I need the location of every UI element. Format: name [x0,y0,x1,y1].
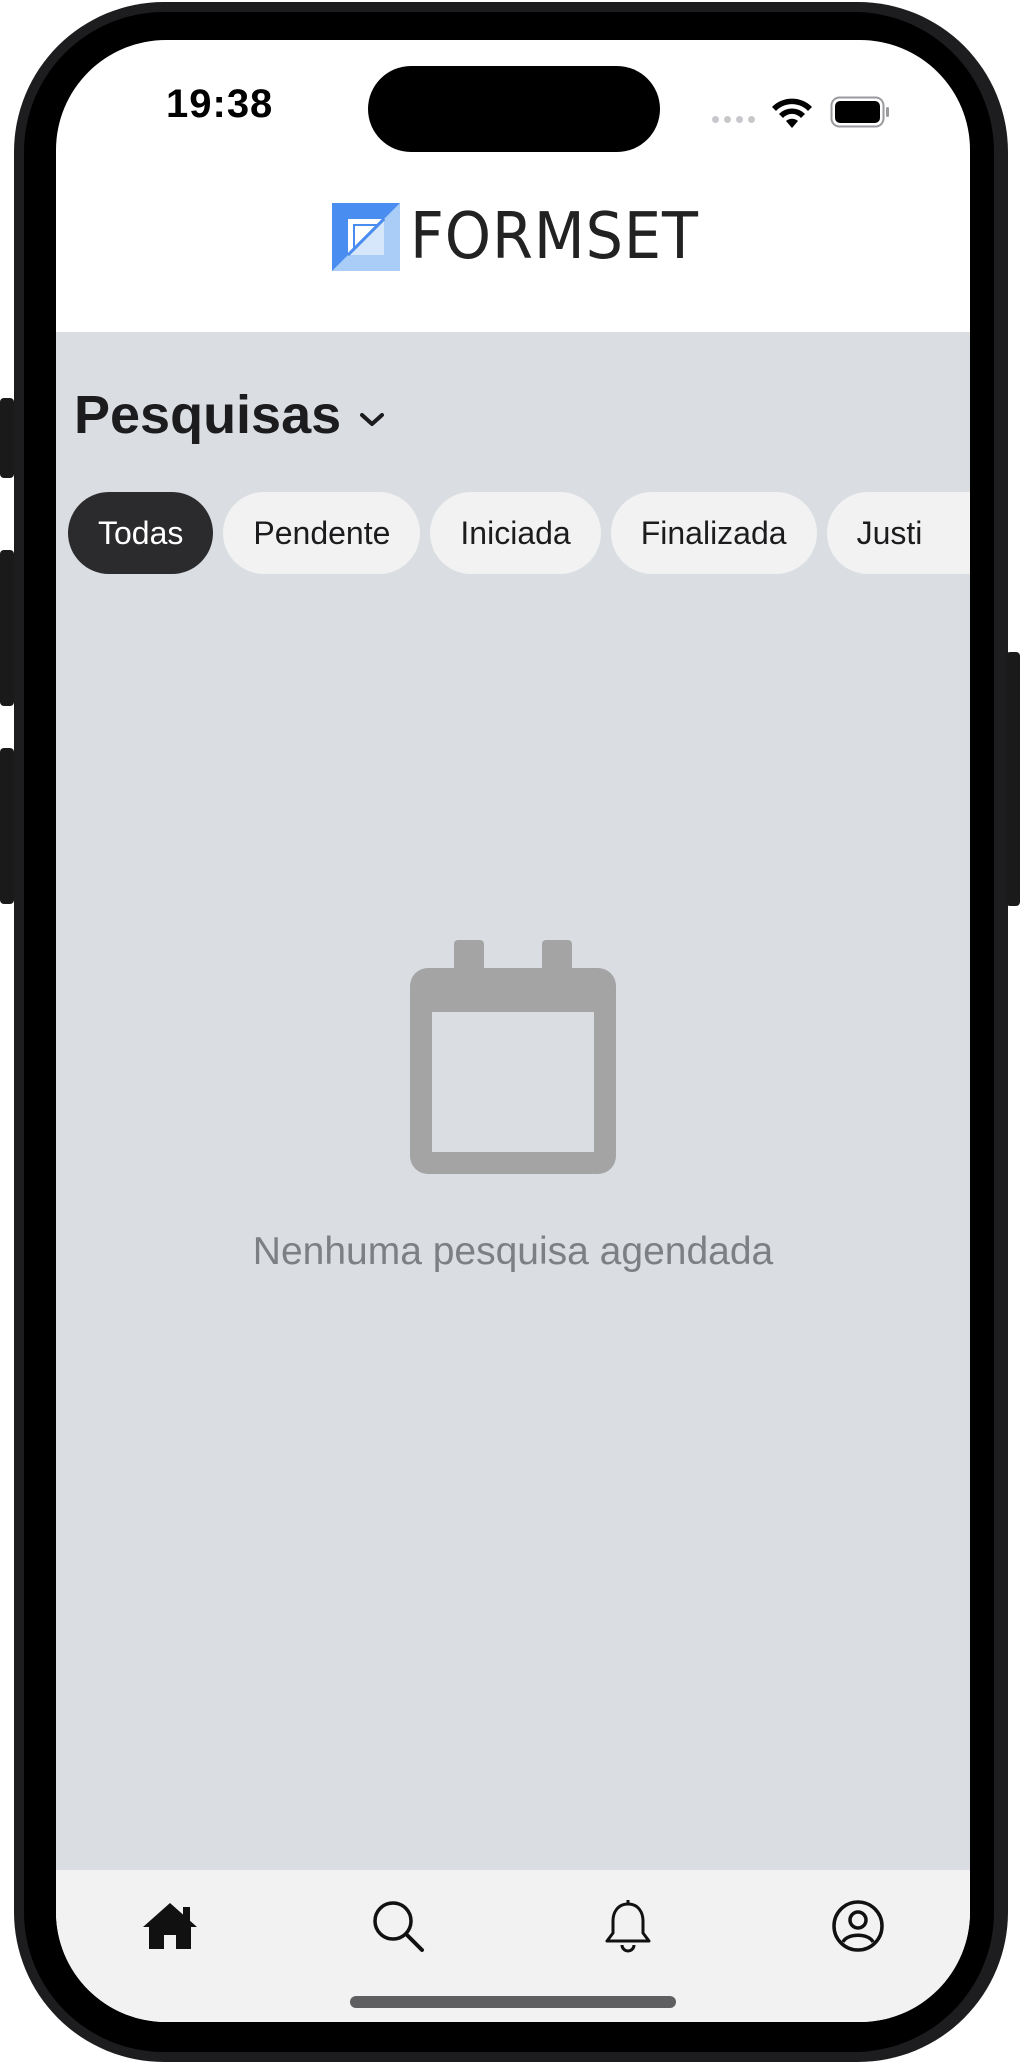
wifi-icon [772,98,812,128]
logo-text: FORMSET [410,200,699,274]
bell-icon [605,1900,651,1953]
dynamic-island [368,66,660,152]
empty-state-message: Nenhuma pesquisa agendada [252,1230,774,1273]
filter-chip-finalizada[interactable]: Finalizada [610,492,817,574]
status-filter-chips: Todas Pendente Iniciada Finalizada Justi [68,492,970,574]
tab-home[interactable] [140,1896,200,1956]
tab-notifications[interactable] [598,1896,658,1956]
search-icon [373,1901,424,1952]
screen: 19:38 FORMSET Pesquisas Todas Pendente I… [56,40,970,2022]
tab-search[interactable] [368,1896,428,1956]
calendar-icon [410,940,616,1174]
formset-logo: FORMSET [332,200,724,274]
home-icon [143,1903,197,1949]
page-title: Pesquisas [74,385,342,445]
cellular-signal-icon [712,116,755,123]
filter-chip-pendente[interactable]: Pendente [223,492,421,574]
volume-down-button [0,748,14,904]
battery-icon [830,96,889,128]
tab-profile[interactable] [828,1896,888,1956]
power-button [1006,652,1020,906]
chevron-down-icon [360,413,385,426]
action-button [0,398,14,478]
status-time: 19:38 [166,82,274,126]
home-indicator[interactable] [350,1996,676,2008]
profile-icon [832,1900,884,1952]
formset-logo-icon [332,203,400,271]
main-content: Pesquisas Todas Pendente Iniciada Finali… [56,332,970,1870]
filter-chip-iniciada[interactable]: Iniciada [430,492,601,574]
filter-chip-justificada[interactable]: Justi [826,492,970,574]
volume-up-button [0,550,14,706]
title-dropdown[interactable]: Pesquisas [74,384,385,446]
filter-chip-todas[interactable]: Todas [68,492,214,574]
